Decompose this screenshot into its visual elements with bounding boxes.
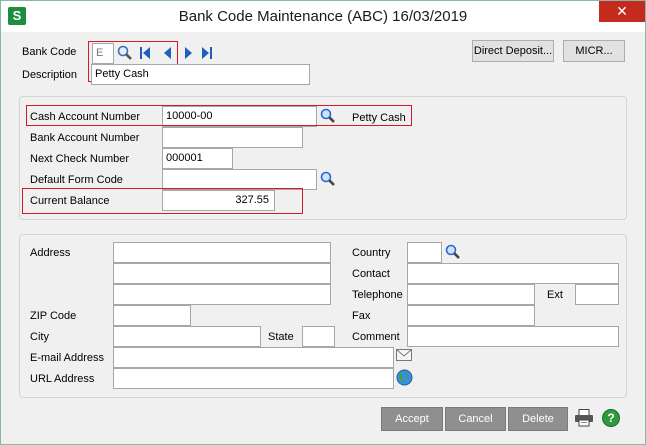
globe-icon[interactable] xyxy=(396,369,413,386)
micr-button[interactable]: MICR... xyxy=(563,40,625,62)
bank-code-label: Bank Code xyxy=(22,46,77,58)
state-input[interactable] xyxy=(302,326,335,347)
default-form-label: Default Form Code xyxy=(30,174,123,186)
zip-code-input[interactable] xyxy=(113,305,191,326)
ext-input[interactable] xyxy=(575,284,619,305)
help-icon[interactable]: ? xyxy=(602,409,620,427)
description-label: Description xyxy=(22,69,78,81)
city-input[interactable] xyxy=(113,326,261,347)
bank-account-input[interactable] xyxy=(162,127,303,148)
window-title: Bank Code Maintenance (ABC) 16/03/2019 xyxy=(178,8,468,25)
country-label: Country xyxy=(352,247,391,259)
address-line3-input[interactable] xyxy=(113,284,331,305)
url-input[interactable] xyxy=(113,368,394,389)
address-line2-input[interactable] xyxy=(113,263,331,284)
printer-icon[interactable] xyxy=(574,409,594,427)
next-check-input[interactable]: 000001 xyxy=(162,148,233,169)
telephone-input[interactable] xyxy=(407,284,535,305)
email-icon[interactable] xyxy=(396,349,412,362)
address-line1-input[interactable] xyxy=(113,242,331,263)
cancel-button[interactable]: Cancel xyxy=(445,407,506,431)
url-label: URL Address xyxy=(30,373,95,385)
fax-label: Fax xyxy=(352,310,371,322)
default-form-input[interactable] xyxy=(162,169,317,190)
country-input[interactable] xyxy=(407,242,442,263)
email-label: E-mail Address xyxy=(30,352,104,364)
country-lookup-icon[interactable] xyxy=(444,243,462,261)
telephone-label: Telephone xyxy=(352,289,403,301)
bank-code-maintenance-window: S Bank Code Maintenance (ABC) 16/03/2019… xyxy=(0,0,646,445)
comment-input[interactable] xyxy=(407,326,619,347)
bank-account-label: Bank Account Number xyxy=(30,132,140,144)
address-label: Address xyxy=(30,247,71,259)
contact-label: Contact xyxy=(352,268,390,280)
direct-deposit-button[interactable]: Direct Deposit... xyxy=(472,40,554,62)
close-button[interactable]: ✕ xyxy=(599,1,645,22)
city-label: City xyxy=(30,331,49,343)
cash-account-highlight xyxy=(26,105,412,126)
next-record-icon[interactable] xyxy=(184,47,194,59)
title-bar: S Bank Code Maintenance (ABC) 16/03/2019… xyxy=(1,1,645,32)
zip-code-label: ZIP Code xyxy=(30,310,77,322)
contact-input[interactable] xyxy=(407,263,619,284)
delete-button[interactable]: Delete xyxy=(508,407,568,431)
description-input[interactable]: Petty Cash xyxy=(91,64,310,85)
accept-button[interactable]: Accept xyxy=(381,407,443,431)
last-record-icon[interactable] xyxy=(202,47,212,59)
fax-input[interactable] xyxy=(407,305,535,326)
email-input[interactable] xyxy=(113,347,394,368)
current-balance-highlight xyxy=(22,188,303,214)
comment-label: Comment xyxy=(352,331,400,343)
next-check-label: Next Check Number xyxy=(30,153,130,165)
ext-label: Ext xyxy=(547,289,563,301)
default-form-lookup-icon[interactable] xyxy=(319,170,337,188)
state-label: State xyxy=(268,331,294,343)
